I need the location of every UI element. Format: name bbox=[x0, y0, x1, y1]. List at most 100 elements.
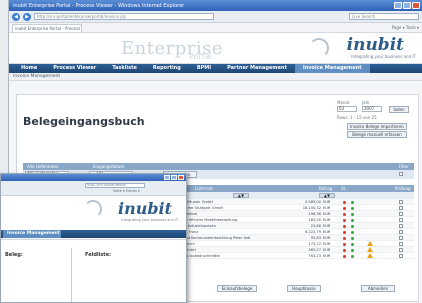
status-red-icon bbox=[343, 230, 346, 234]
column-header[interactable]: Prüfung bbox=[395, 186, 411, 191]
maximize-icon[interactable] bbox=[403, 2, 411, 9]
cell-cur: EUR bbox=[323, 254, 331, 258]
forward-icon[interactable]: ▶ bbox=[23, 12, 31, 21]
browser-tab[interactable]: inubit Enterprise Portal - Process Viewe… bbox=[12, 23, 82, 32]
row-range: Rows: 1 - 15 von 25 bbox=[337, 115, 377, 120]
cell-cur: EUR bbox=[323, 242, 331, 246]
cell-lief: Zeller GmbH bbox=[173, 248, 196, 252]
row-checkbox[interactable] bbox=[399, 205, 403, 210]
column-header[interactable]: Betrag bbox=[319, 186, 332, 191]
menu-item[interactable]: BPMI bbox=[189, 64, 219, 73]
tab-bar: inubit Enterprise Portal - Process Viewe… bbox=[9, 23, 422, 33]
status-green-icon bbox=[351, 218, 354, 222]
detail-body: Beleg: Feldliste: bbox=[1, 239, 186, 302]
detail-window[interactable]: http://srv-portal/detail Seite ▾ Extras … bbox=[0, 173, 187, 303]
detail-maximize-icon[interactable] bbox=[171, 175, 177, 180]
row-checkbox[interactable] bbox=[399, 253, 403, 258]
status-red-icon bbox=[343, 254, 346, 258]
cell-cur: EUR bbox=[323, 206, 331, 210]
page-tools-menu[interactable]: Page ▾ Tools ▾ bbox=[392, 25, 419, 30]
row-checkbox[interactable] bbox=[399, 235, 403, 240]
status-red-icon bbox=[343, 206, 346, 210]
portal-logo-text: Portal bbox=[189, 52, 212, 61]
portal-banner: Enterprise Portal inubit Integrating you… bbox=[9, 33, 422, 64]
cell-betr: 3.589,00 bbox=[304, 200, 321, 204]
cell-betr: 95,63 bbox=[310, 236, 321, 240]
detail-minimize-icon[interactable] bbox=[164, 175, 170, 180]
cell-betr: 365,27 bbox=[308, 248, 321, 252]
month-label: Monat bbox=[337, 100, 350, 105]
manual-entry-button[interactable]: Belege manuell erfassen bbox=[347, 131, 407, 138]
cell-betr: 763,23 bbox=[308, 254, 321, 258]
search-input[interactable]: Live Search bbox=[349, 13, 419, 20]
column-header[interactable]: St. bbox=[341, 186, 346, 191]
cell-lief: Orts- und Kommunalentwicklung Peter Voß bbox=[173, 236, 251, 240]
status-green-icon bbox=[351, 254, 354, 258]
import-button[interactable]: Invoice Belege importieren bbox=[347, 123, 407, 130]
window-title: inubit Enterprise Portal - Process Viewe… bbox=[13, 2, 185, 9]
status-red-icon bbox=[343, 248, 346, 252]
main-cash-button[interactable]: Hauptkasse bbox=[287, 285, 321, 292]
menu-item[interactable]: Partner Management bbox=[219, 64, 295, 73]
cell-cur: EUR bbox=[323, 218, 331, 222]
close-icon[interactable] bbox=[412, 2, 420, 9]
detail-tools-menu[interactable]: Seite ▾ Extras ▾ bbox=[113, 189, 140, 193]
menu-item[interactable]: Process Viewer bbox=[45, 64, 104, 73]
status-green-icon bbox=[351, 230, 354, 234]
field-list-label: Feldliste: bbox=[85, 252, 112, 258]
cell-cur: EUR bbox=[323, 236, 331, 240]
menu-item[interactable]: Invoice Management bbox=[294, 64, 370, 73]
load-button[interactable]: laden bbox=[389, 106, 409, 113]
detail-tagline: Integrating your business and IT bbox=[121, 218, 178, 222]
sort-button[interactable]: ▲▼ bbox=[319, 193, 335, 198]
row-checkbox[interactable] bbox=[399, 229, 403, 234]
detail-close-icon[interactable] bbox=[178, 175, 184, 180]
purchase-receipts-button[interactable]: Einkaufsbelege bbox=[217, 285, 257, 292]
status-red-icon bbox=[343, 218, 346, 222]
status-green-icon bbox=[351, 200, 354, 204]
cell-lief: Wittig & Franz bbox=[173, 230, 199, 234]
cell-betr: 183,90 bbox=[308, 218, 321, 222]
cell-cur: EUR bbox=[323, 212, 331, 216]
filter-checkbox[interactable] bbox=[399, 172, 403, 176]
inubit-logo: inubit bbox=[346, 35, 404, 55]
breadcrumb: Invoice Management bbox=[9, 73, 422, 81]
cell-lief: TELEATA Isobedruckmittel bbox=[173, 254, 220, 258]
status-green-icon bbox=[351, 206, 354, 210]
url-field[interactable]: http://srv-portal/enterprise/portal/invo… bbox=[34, 13, 214, 20]
cell-betr: 296,36 bbox=[308, 212, 321, 216]
cell-betr: 23,86 bbox=[310, 224, 321, 228]
menu-item[interactable]: Taskliste bbox=[104, 64, 145, 73]
detail-banner: inubit Integrating your business and IT bbox=[1, 196, 186, 230]
detail-swirl-icon bbox=[84, 200, 102, 218]
cell-lief: Rudolph Wilhelm Metallbearbeitung bbox=[173, 218, 238, 222]
month-input[interactable]: 03 bbox=[337, 106, 357, 112]
detail-menu-active-item[interactable]: Invoice Management bbox=[3, 230, 61, 238]
row-checkbox[interactable] bbox=[399, 223, 403, 228]
status-red-icon bbox=[343, 224, 346, 228]
row-checkbox[interactable] bbox=[399, 247, 403, 252]
menu-item[interactable]: Home bbox=[13, 64, 45, 73]
row-checkbox[interactable] bbox=[399, 211, 403, 216]
back-icon[interactable]: ◀ bbox=[12, 12, 20, 21]
column-header[interactable]: Lieferant bbox=[195, 186, 213, 191]
cell-lief: Ernst Ullrich bbox=[173, 242, 195, 246]
sort-button[interactable]: ▲▼ bbox=[233, 193, 249, 198]
detail-inubit-logo: inubit bbox=[118, 199, 172, 218]
logout-button[interactable]: Abmelden bbox=[361, 285, 395, 292]
minimize-icon[interactable] bbox=[394, 2, 402, 9]
status-red-icon bbox=[343, 242, 346, 246]
cell-betr: 6.222,79 bbox=[304, 230, 321, 234]
row-checkbox[interactable] bbox=[399, 217, 403, 222]
detail-menu: Invoice Management bbox=[1, 230, 186, 238]
detail-url-field[interactable]: http://srv-portal/detail bbox=[85, 183, 145, 188]
status-green-icon bbox=[351, 236, 354, 240]
brand-tagline: Integrating your business and IT bbox=[351, 54, 416, 59]
warning-icon bbox=[367, 241, 373, 246]
cell-lief: Wucher Industrieputzen bbox=[173, 224, 216, 228]
row-checkbox[interactable] bbox=[399, 199, 403, 204]
row-checkbox[interactable] bbox=[399, 241, 403, 246]
year-input[interactable]: 2007 bbox=[362, 106, 382, 112]
menu-item[interactable]: Reporting bbox=[145, 64, 189, 73]
cell-lief: Nova Medical bbox=[173, 212, 198, 216]
